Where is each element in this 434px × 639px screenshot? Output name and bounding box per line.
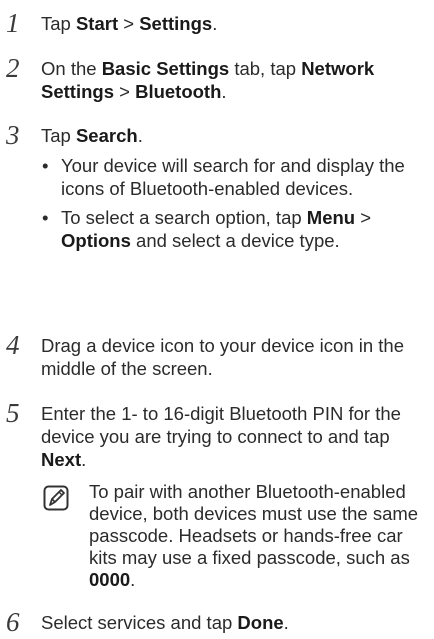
bullet-item: To select a search option, tap Menu > Op… [41, 206, 426, 252]
bold-term: Settings [139, 13, 213, 34]
bullet-item: Your device will search for and display … [41, 154, 426, 200]
step-text: Tap Start > Settings. [41, 13, 218, 34]
bold-term: Done [237, 612, 284, 633]
bold-term: Basic Settings [101, 58, 230, 79]
step-number: 4 [6, 330, 20, 360]
step-number: 1 [6, 8, 20, 38]
bold-term: Menu [306, 207, 356, 228]
step-number: 2 [6, 53, 20, 83]
step-text: Tap Search. [41, 125, 143, 146]
step-text: Enter the 1- to 16-digit Bluetooth PIN f… [41, 403, 401, 470]
note-text: To pair with another Bluetooth-enabled d… [89, 481, 419, 590]
bold-term: 0000 [89, 569, 131, 590]
bold-term: Options [61, 230, 131, 251]
step-text: Drag a device icon to your device icon i… [41, 335, 405, 379]
step-number: 3 [6, 120, 20, 150]
step-3-bullet-list: Your device will search for and display … [41, 154, 426, 258]
step-number: 6 [6, 607, 20, 637]
bold-term: Search [75, 125, 138, 146]
step-number: 5 [6, 398, 20, 428]
bold-term: Start [75, 13, 119, 34]
note-pencil-icon [43, 485, 69, 511]
step-text: Select services and tap Done. [41, 612, 289, 633]
bold-term: Bluetooth [135, 81, 222, 102]
bold-term: Next [41, 449, 82, 470]
step-text: On the Basic Settings tab, tap Network S… [41, 58, 375, 102]
